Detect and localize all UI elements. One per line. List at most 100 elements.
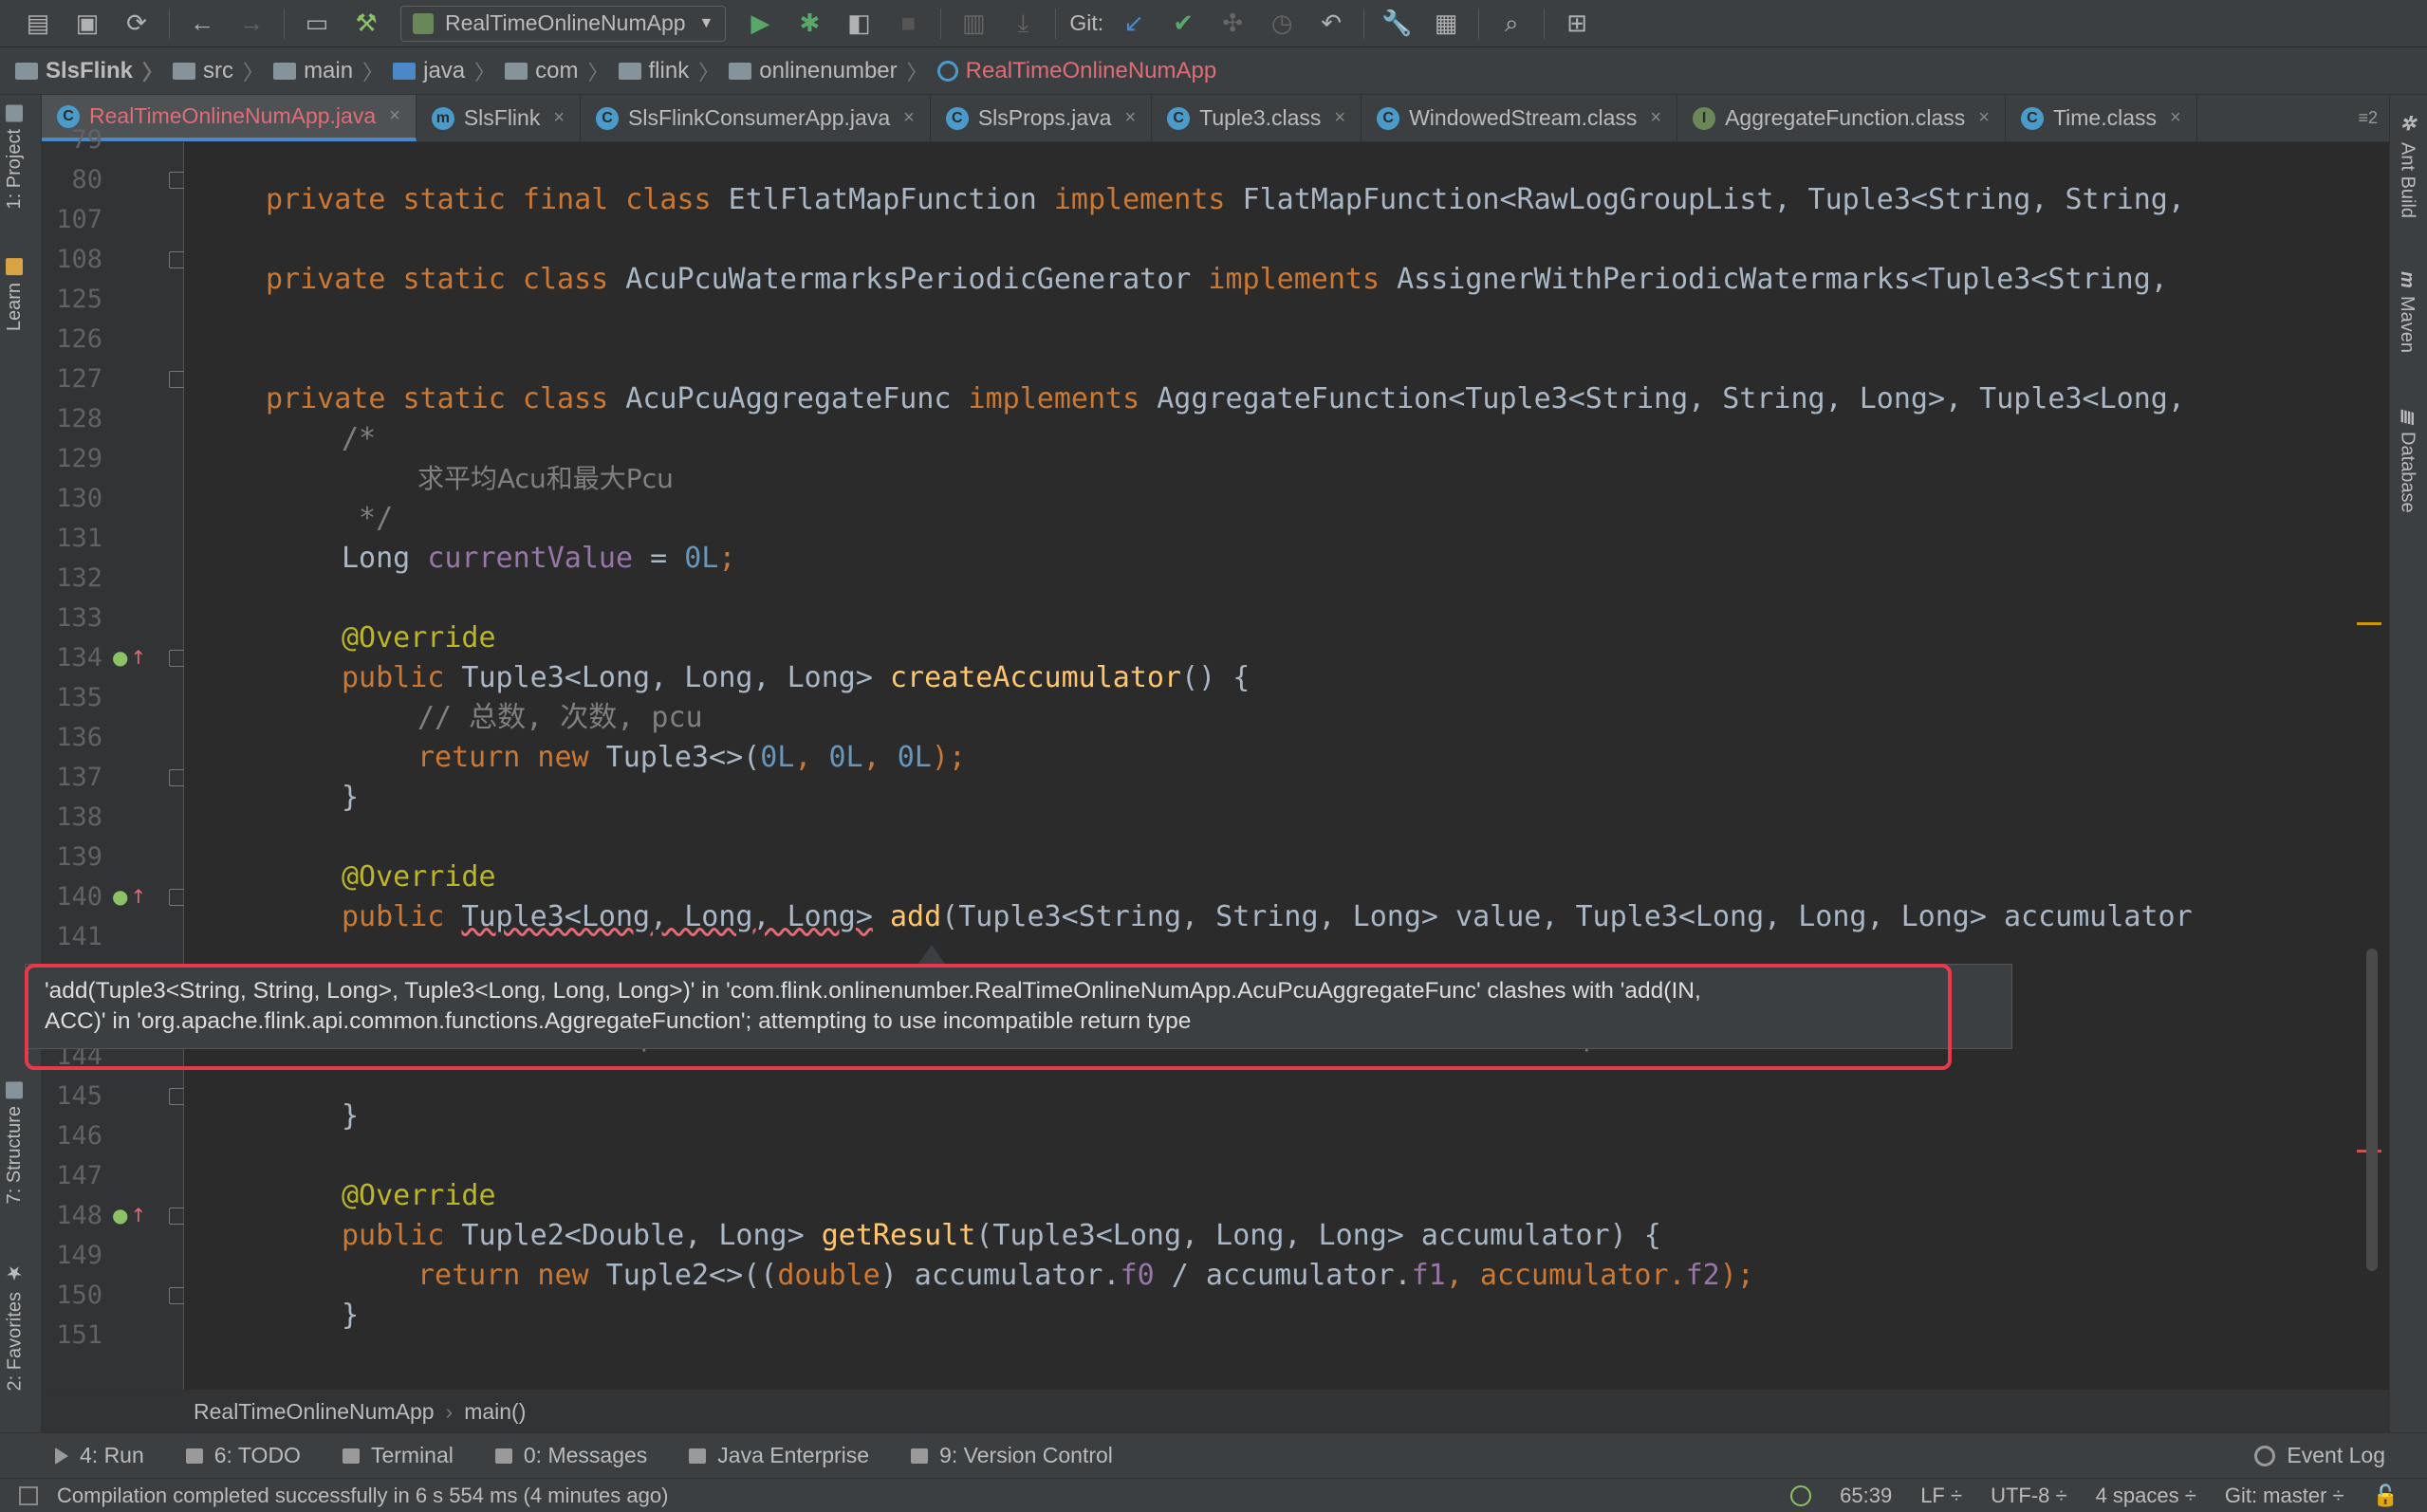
folder-icon (6, 104, 24, 121)
window-icon[interactable]: ▭ (300, 7, 334, 41)
tool-tab-database[interactable]: ≣ Database (2396, 408, 2418, 512)
database-icon: ≣ (2397, 408, 2418, 424)
build-hammer-icon[interactable]: ⚒ (349, 7, 383, 41)
editor-tab-label: Tuple3.class (1199, 105, 1322, 130)
editor-scrollbar[interactable] (2366, 949, 2378, 1271)
tool-tab-project[interactable]: 1: Project (4, 104, 26, 209)
right-tool-window-bar: ✲ Ant Build m Maven ≣ Database (2389, 95, 2427, 1432)
folder-icon (15, 62, 38, 80)
warning-stripe-marker[interactable] (2357, 622, 2381, 625)
caret-position[interactable]: 65:39 (1840, 1484, 1892, 1508)
code-line-137: } (342, 781, 360, 814)
tool-tab-structure[interactable]: 7: Structure (4, 1081, 26, 1204)
editor-tab[interactable]: C SlsProps.java × (931, 95, 1153, 141)
git-commit-icon[interactable]: ✔ (1166, 7, 1200, 41)
vcs-push-icon[interactable]: ⤓ (1006, 7, 1040, 41)
open-folder-icon[interactable]: ▤ (21, 7, 55, 41)
terminal-icon[interactable]: ⊞ (1560, 7, 1594, 41)
editor-tab[interactable]: I AggregateFunction.class × (1677, 95, 2006, 141)
tool-windows-toggle-icon[interactable] (19, 1485, 38, 1505)
back-icon[interactable]: ← (185, 7, 219, 41)
close-icon[interactable]: × (553, 107, 565, 129)
code-line-145: } (342, 1099, 360, 1133)
code-line-148: public Tuple2<Double, Long> getResult(Tu… (342, 1219, 1661, 1252)
toolbar-divider (1544, 8, 1546, 39)
wrench-icon[interactable]: 🔧 (1380, 7, 1414, 41)
tool-window-todo[interactable]: 6: TODO (185, 1443, 301, 1468)
close-icon[interactable]: × (389, 105, 400, 127)
run-configuration-dropdown[interactable]: RealTimeOnlineNumApp ▼ (400, 5, 727, 42)
toolbar-divider (284, 8, 285, 39)
git-label: Git: (1069, 10, 1104, 35)
git-update-icon[interactable]: ↙ (1117, 7, 1151, 41)
close-icon[interactable]: × (1334, 107, 1345, 129)
implements-method-icon[interactable]: ● ↑ (112, 646, 146, 669)
git-history-icon[interactable]: ◷ (1265, 7, 1299, 41)
editor-tab[interactable]: C Tuple3.class × (1152, 95, 1362, 141)
implements-method-icon[interactable]: ● ↑ (112, 1204, 146, 1226)
class-icon: C (1167, 106, 1191, 130)
line-separator[interactable]: LF ÷ (1920, 1484, 1962, 1508)
sync-icon[interactable]: ⟳ (120, 7, 154, 41)
tool-window-java-enterprise[interactable]: Java Enterprise (689, 1443, 869, 1468)
code-line-129: 求平均Acu和最大Pcu (417, 463, 674, 494)
search-icon[interactable]: ⌕ (1494, 7, 1528, 41)
tool-window-terminal[interactable]: Terminal (342, 1443, 454, 1468)
breadcrumb-item-class[interactable]: RealTimeOnlineNumApp (936, 58, 1216, 84)
forward-icon[interactable]: → (234, 7, 269, 41)
code-line-131: Long currentValue = 0L; (342, 542, 736, 575)
line-number: 150 (56, 1281, 102, 1310)
editor-tab[interactable]: C SlsFlinkConsumerApp.java × (581, 95, 931, 141)
vcs-update-icon[interactable]: ▥ (956, 7, 991, 41)
breadcrumb-item-main[interactable]: main 〉 (273, 56, 393, 86)
debug-icon[interactable]: ✱ (792, 7, 826, 41)
toolbar-divider (1478, 8, 1480, 39)
coverage-icon[interactable]: ◧ (842, 7, 876, 41)
stop-icon[interactable]: ■ (891, 7, 925, 41)
git-revert-icon[interactable]: ↶ (1314, 7, 1348, 41)
close-icon[interactable]: × (1650, 107, 1661, 129)
file-encoding[interactable]: UTF-8 ÷ (1991, 1484, 2067, 1508)
tool-tab-learn[interactable]: Learn (4, 258, 26, 331)
java-enterprise-icon (689, 1447, 707, 1464)
tool-tab-maven[interactable]: m Maven (2396, 271, 2418, 353)
toolbar-divider (169, 8, 170, 39)
tool-window-messages[interactable]: 0: Messages (494, 1443, 647, 1468)
lock-icon[interactable]: 🔓 (2373, 1484, 2399, 1508)
close-icon[interactable]: × (2170, 107, 2181, 129)
breadcrumb-item-flink[interactable]: flink 〉 (618, 56, 730, 86)
code-line-130: */ (342, 502, 394, 535)
editor-tab[interactable]: m SlsFlink × (417, 95, 582, 141)
editor-breadcrumb-method[interactable]: main() (464, 1399, 526, 1425)
breadcrumb-item-onlinenumber[interactable]: onlinenumber 〉 (729, 56, 936, 86)
tool-window-version-control[interactable]: 9: Version Control (911, 1443, 1113, 1468)
close-icon[interactable]: × (903, 107, 915, 129)
code-editor[interactable]: private static final class EtlFlatMapFun… (184, 142, 2389, 1390)
breadcrumb-item-java[interactable]: java 〉 (393, 56, 505, 86)
code-line-134: public Tuple3<Long, Long, Long> createAc… (342, 661, 1251, 694)
tab-list-menu[interactable]: ≡2 (2358, 95, 2389, 141)
git-branch[interactable]: Git: master ÷ (2225, 1484, 2344, 1508)
editor-breadcrumb-class[interactable]: RealTimeOnlineNumApp (194, 1399, 435, 1425)
breadcrumb-item-project[interactable]: SlsFlink 〉 (15, 56, 173, 86)
editor-tab[interactable]: C WindowedStream.class × (1362, 95, 1678, 141)
code-line-108: private static class AcuPcuWatermarksPer… (266, 263, 2168, 296)
status-message[interactable]: Compilation completed successfully in 6 … (57, 1484, 668, 1508)
git-compare-icon[interactable]: ✣ (1215, 7, 1250, 41)
breadcrumb-item-com[interactable]: com 〉 (505, 56, 618, 86)
project-structure-icon[interactable]: ▦ (1429, 7, 1463, 41)
tool-window-run[interactable]: 4: Run (55, 1443, 144, 1468)
editor-tab[interactable]: C Time.class × (2006, 95, 2197, 141)
inspection-ok-icon[interactable] (1790, 1484, 1812, 1506)
tool-window-event-log[interactable]: Event Log (2254, 1443, 2385, 1468)
tool-tab-favorites[interactable]: 2: Favorites ★ (4, 1262, 27, 1391)
implements-method-icon[interactable]: ● ↑ (112, 885, 146, 908)
indent-setting[interactable]: 4 spaces ÷ (2096, 1484, 2196, 1508)
close-icon[interactable]: × (1978, 107, 1990, 129)
close-icon[interactable]: × (1124, 107, 1136, 129)
save-icon[interactable]: ▣ (70, 7, 104, 41)
code-line-135: // 总数, 次数, pcu (417, 701, 703, 734)
breadcrumb-item-src[interactable]: src 〉 (173, 56, 273, 86)
tool-tab-ant-build[interactable]: ✲ Ant Build (2396, 112, 2418, 218)
run-icon[interactable]: ▶ (743, 7, 777, 41)
